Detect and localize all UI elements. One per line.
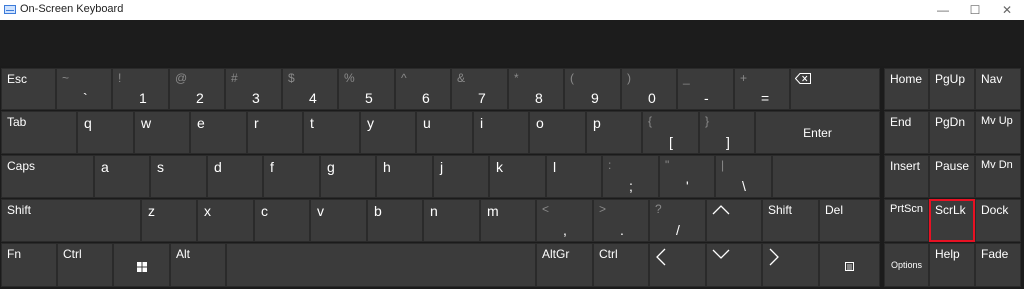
key-help[interactable]: Help <box>929 243 975 287</box>
key-h[interactable]: h <box>376 155 433 198</box>
key-caps[interactable]: Caps <box>1 155 94 198</box>
key-slash[interactable]: ? / <box>649 199 706 242</box>
key-k[interactable]: k <box>489 155 546 198</box>
key-left-bracket[interactable]: { [ <box>642 111 699 154</box>
key-r[interactable]: r <box>247 111 303 154</box>
key-nav[interactable]: Nav <box>975 68 1021 110</box>
key-q[interactable]: q <box>77 111 134 154</box>
key-z[interactable]: z <box>141 199 197 242</box>
chevron-down-icon <box>712 249 730 259</box>
key-1[interactable]: ! 1 <box>112 68 169 110</box>
key-scrlk[interactable]: ScrLk <box>929 199 975 242</box>
chevron-right-icon <box>769 248 779 266</box>
key-w[interactable]: w <box>134 111 190 154</box>
key-space[interactable] <box>226 243 536 287</box>
key-i[interactable]: i <box>473 111 529 154</box>
key-mv-up[interactable]: Mv Up <box>975 111 1021 154</box>
key-3[interactable]: # 3 <box>225 68 282 110</box>
keyboard-input-strip <box>0 20 1024 66</box>
key-windows[interactable] <box>113 243 170 287</box>
key-down-arrow[interactable] <box>706 243 762 287</box>
key-left-shift[interactable]: Shift <box>1 199 141 242</box>
keyboard-icon <box>4 5 16 14</box>
key-4[interactable]: $ 4 <box>282 68 338 110</box>
key-9[interactable]: ( 9 <box>564 68 621 110</box>
key-s[interactable]: s <box>150 155 207 198</box>
key-b[interactable]: b <box>367 199 423 242</box>
window-title: On-Screen Keyboard <box>20 3 124 15</box>
windows-logo-icon <box>137 262 147 272</box>
key-backtick[interactable]: ~ ` <box>56 68 112 110</box>
key-insert[interactable]: Insert <box>884 155 929 198</box>
key-dock[interactable]: Dock <box>975 199 1021 242</box>
key-m[interactable]: m <box>480 199 536 242</box>
title-bar: On-Screen Keyboard — ☐ ✕ <box>0 0 1024 20</box>
key-equals[interactable]: + = <box>734 68 790 110</box>
key-right-ctrl[interactable]: Ctrl <box>593 243 649 287</box>
key-backslash[interactable]: | \ <box>715 155 772 198</box>
key-comma[interactable]: < , <box>536 199 593 242</box>
key-period[interactable]: > . <box>593 199 649 242</box>
key-pgdn[interactable]: PgDn <box>929 111 975 154</box>
key-menu[interactable] <box>819 243 880 287</box>
key-g[interactable]: g <box>320 155 376 198</box>
key-2[interactable]: @ 2 <box>169 68 225 110</box>
key-c[interactable]: c <box>254 199 310 242</box>
key-blank[interactable] <box>772 155 880 198</box>
key-fade[interactable]: Fade <box>975 243 1021 287</box>
key-altgr[interactable]: AltGr <box>536 243 593 287</box>
key-5[interactable]: % 5 <box>338 68 395 110</box>
key-quote[interactable]: " ' <box>659 155 715 198</box>
key-tab[interactable]: Tab <box>1 111 77 154</box>
key-del[interactable]: Del <box>819 199 880 242</box>
key-minus[interactable]: _ - <box>677 68 734 110</box>
backspace-icon <box>795 73 811 84</box>
close-button[interactable]: ✕ <box>992 0 1022 20</box>
maximize-button[interactable]: ☐ <box>960 0 990 20</box>
key-u[interactable]: u <box>416 111 473 154</box>
key-f[interactable]: f <box>263 155 320 198</box>
key-6[interactable]: ^ 6 <box>395 68 451 110</box>
key-p[interactable]: p <box>586 111 642 154</box>
key-backspace[interactable] <box>790 68 880 110</box>
chevron-left-icon <box>656 248 666 266</box>
chevron-up-icon <box>712 205 730 215</box>
context-menu-icon <box>845 262 854 271</box>
key-fn[interactable]: Fn <box>1 243 57 287</box>
key-e[interactable]: e <box>190 111 247 154</box>
key-d[interactable]: d <box>207 155 263 198</box>
key-enter[interactable]: Enter <box>755 111 880 154</box>
key-0[interactable]: ) 0 <box>621 68 677 110</box>
key-v[interactable]: v <box>310 199 367 242</box>
key-alt[interactable]: Alt <box>170 243 226 287</box>
minimize-button[interactable]: — <box>928 0 958 20</box>
key-right-shift[interactable]: Shift <box>762 199 819 242</box>
key-right-bracket[interactable]: } ] <box>699 111 755 154</box>
key-a[interactable]: a <box>94 155 150 198</box>
key-x[interactable]: x <box>197 199 254 242</box>
key-j[interactable]: j <box>433 155 489 198</box>
key-home[interactable]: Home <box>884 68 929 110</box>
key-pause[interactable]: Pause <box>929 155 975 198</box>
key-y[interactable]: y <box>360 111 416 154</box>
key-7[interactable]: & 7 <box>451 68 508 110</box>
key-up-arrow[interactable] <box>706 199 762 242</box>
key-mv-dn[interactable]: Mv Dn <box>975 155 1021 198</box>
key-o[interactable]: o <box>529 111 586 154</box>
key-left-ctrl[interactable]: Ctrl <box>57 243 113 287</box>
key-prtscn[interactable]: PrtScn <box>884 199 929 242</box>
key-t[interactable]: t <box>303 111 360 154</box>
key-esc[interactable]: Esc <box>1 68 56 110</box>
key-l[interactable]: l <box>546 155 602 198</box>
key-8[interactable]: * 8 <box>508 68 564 110</box>
key-end[interactable]: End <box>884 111 929 154</box>
key-right-arrow[interactable] <box>762 243 819 287</box>
key-options[interactable]: Options <box>884 243 929 287</box>
key-semicolon[interactable]: : ; <box>602 155 659 198</box>
key-pgup[interactable]: PgUp <box>929 68 975 110</box>
key-n[interactable]: n <box>423 199 480 242</box>
key-left-arrow[interactable] <box>649 243 706 287</box>
